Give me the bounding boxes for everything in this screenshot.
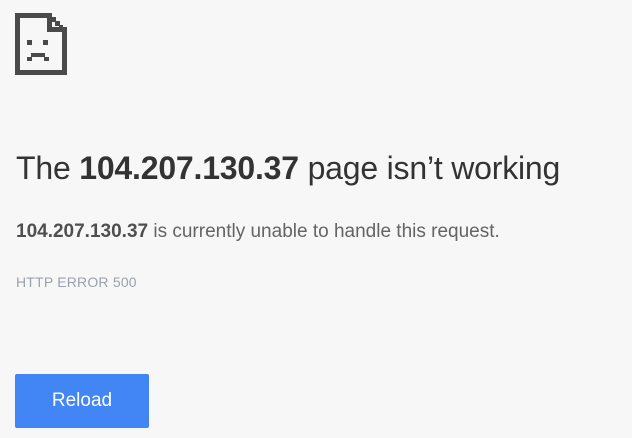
headline-host: 104.207.130.37 — [79, 150, 299, 186]
error-code: HTTP ERROR 500 — [16, 274, 137, 290]
headline-suffix: page isn’t working — [298, 150, 561, 186]
page-title: The 104.207.130.37 page isn’t working — [16, 146, 560, 190]
headline-prefix: The — [16, 150, 80, 186]
message-host: 104.207.130.37 — [16, 221, 149, 242]
error-page: The 104.207.130.37 page isn’t working 10… — [0, 0, 632, 438]
sad-page-icon — [15, 13, 67, 75]
error-message: 104.207.130.37 is currently unable to ha… — [16, 218, 500, 246]
reload-button[interactable]: Reload — [15, 374, 149, 428]
message-text: is currently unable to handle this reque… — [148, 221, 500, 242]
